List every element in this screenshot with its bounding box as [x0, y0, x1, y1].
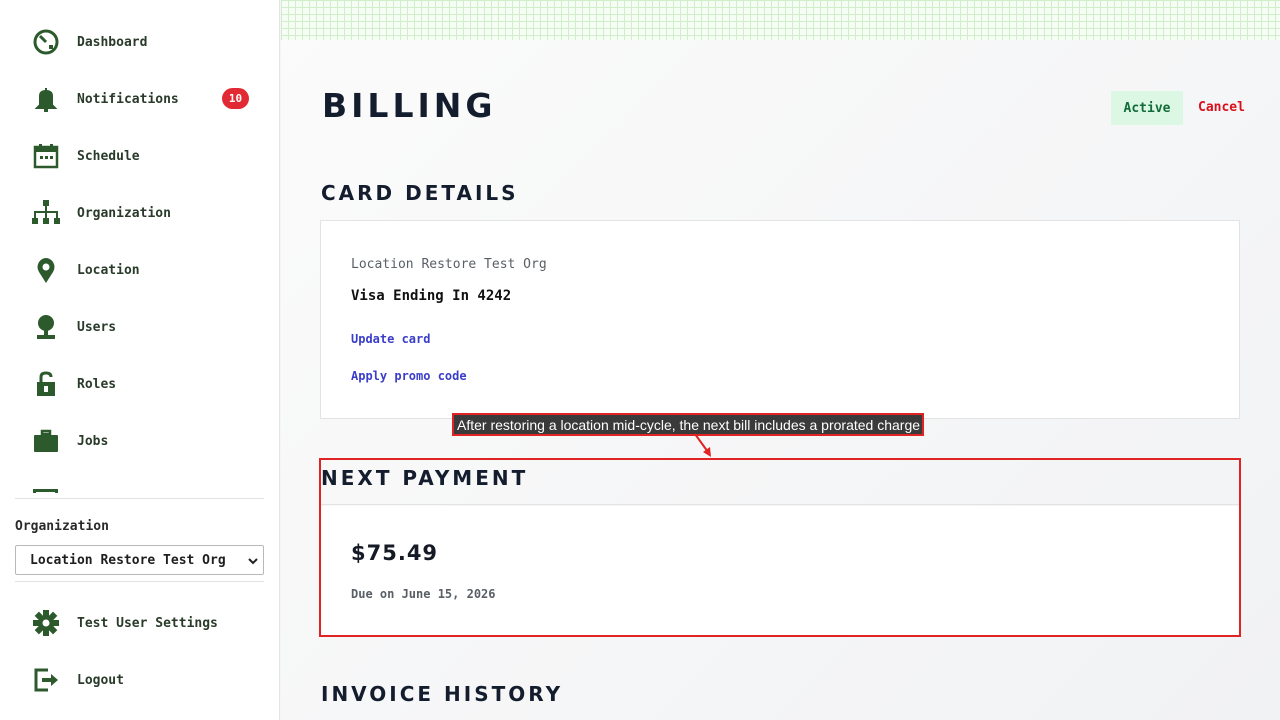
sidebar-item-label: Jobs — [77, 433, 109, 449]
sidebar-item-label: Roles — [77, 376, 117, 392]
header-grid-pattern — [281, 0, 1280, 40]
briefcase-icon — [30, 425, 62, 457]
sidebar-item-organization[interactable]: Organization — [30, 198, 260, 228]
org-switcher-value: Location Restore Test Org — [30, 552, 226, 568]
invoice-history-heading: INVOICE HISTORY — [321, 682, 564, 706]
update-card-link[interactable]: Update card — [351, 332, 430, 346]
sidebar-item-location[interactable]: Location — [30, 255, 260, 285]
card-details-heading: CARD DETAILS — [321, 181, 519, 205]
sidebar-item-schedule[interactable]: Schedule — [30, 141, 260, 171]
sidebar-item-label: Organization — [77, 205, 171, 221]
card-summary: Visa Ending In 4242 — [351, 288, 512, 304]
sidebar-item-label: Dashboard — [77, 34, 148, 50]
sidebar-item-partial — [33, 489, 58, 493]
next-payment-heading: NEXT PAYMENT — [321, 466, 529, 490]
gear-icon — [30, 607, 62, 639]
notification-count-badge: 10 — [222, 88, 249, 109]
sidebar-divider — [15, 498, 264, 499]
sidebar-item-label: Users — [77, 319, 117, 335]
card-org-name: Location Restore Test Org — [351, 257, 547, 272]
next-payment-due-date: Due on June 15, 2026 — [351, 587, 496, 601]
sidebar-item-dashboard[interactable]: Dashboard — [30, 27, 260, 57]
card-details-panel: Location Restore Test Org Visa Ending In… — [320, 220, 1240, 419]
annotation-text: After restoring a location mid-cycle, th… — [457, 416, 921, 433]
sidebar-item-users[interactable]: Users — [30, 312, 260, 342]
sidebar-nav: Dashboard Notifications 10 Schedule Orga… — [0, 0, 279, 493]
org-switcher-label: Organization — [15, 519, 109, 534]
dashboard-icon — [30, 26, 62, 58]
sidebar-item-label: Location — [77, 262, 140, 278]
sidebar-divider — [15, 581, 264, 582]
chevron-down-icon — [248, 558, 258, 565]
cancel-subscription-link[interactable]: Cancel — [1198, 100, 1245, 115]
sidebar-item-label: Schedule — [77, 148, 140, 164]
next-payment-panel: $75.49 Due on June 15, 2026 — [321, 506, 1239, 635]
next-payment-amount: $75.49 — [351, 541, 439, 565]
next-payment-highlight: NEXT PAYMENT $75.49 Due on June 15, 2026 — [319, 458, 1241, 637]
annotation-arrow-icon — [694, 433, 711, 457]
logout-icon — [30, 664, 62, 696]
next-payment-header: NEXT PAYMENT — [321, 460, 1239, 505]
org-switcher-select[interactable]: Location Restore Test Org — [15, 545, 264, 575]
sidebar-item-logout[interactable]: Logout — [30, 665, 260, 695]
sidebar-item-jobs[interactable]: Jobs — [30, 426, 260, 456]
annotation-callout: After restoring a location mid-cycle, th… — [452, 413, 924, 436]
lock-icon — [30, 368, 62, 400]
sidebar-item-label: Logout — [77, 672, 124, 688]
apply-promo-link[interactable]: Apply promo code — [351, 369, 467, 383]
user-icon — [30, 311, 62, 343]
sidebar-item-roles[interactable]: Roles — [30, 369, 260, 399]
sidebar: Dashboard Notifications 10 Schedule Orga… — [0, 0, 280, 720]
sidebar-item-label: Test User Settings — [77, 615, 218, 631]
page-title: BILLING — [322, 86, 497, 125]
bell-icon — [30, 83, 62, 115]
sidebar-item-settings[interactable]: Test User Settings — [30, 608, 260, 638]
calendar-icon — [30, 140, 62, 172]
sidebar-item-label: Notifications — [77, 91, 179, 107]
status-badge: Active — [1111, 91, 1183, 125]
location-pin-icon — [30, 254, 62, 286]
org-chart-icon — [30, 197, 62, 229]
sidebar-item-notifications[interactable]: Notifications 10 — [30, 84, 260, 114]
